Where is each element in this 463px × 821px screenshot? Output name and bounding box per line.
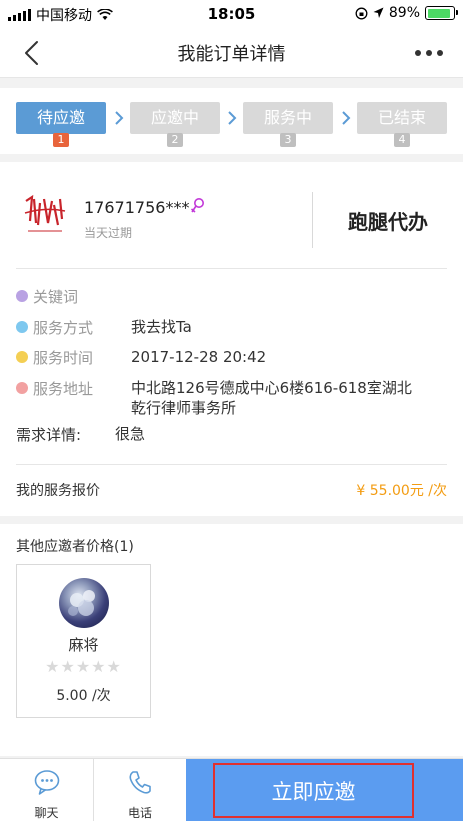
rotation-lock-icon [355, 7, 368, 19]
purple-dot-icon [16, 290, 28, 302]
location-icon [373, 7, 384, 18]
status-right: 89% [355, 5, 458, 21]
battery-fill [427, 8, 450, 18]
other-responders: 其他应邀者价格(1) 麻将 ★★★★★ 5.00 /次 [0, 524, 463, 756]
chat-tab[interactable]: 聊天 [0, 759, 93, 821]
battery-percent: 89% [388, 5, 420, 21]
keyword-row: 关键词 [16, 286, 131, 307]
star-icon: ★ [75, 657, 92, 676]
chat-icon [34, 770, 60, 795]
service-address-value: 中北路126号德成中心6楼616-618室湖北乾行律师事务所 [131, 379, 412, 417]
female-icon [190, 198, 204, 213]
star-icon: ★ [106, 657, 122, 676]
rating-stars: ★★★★★ [17, 657, 150, 676]
star-icon: ★ [91, 657, 107, 676]
my-quote-label: 我的服务报价 [16, 483, 100, 499]
accept-invite-button[interactable]: 立即应邀 [213, 763, 414, 818]
bidder-card[interactable]: 麻将 ★★★★★ 5.00 /次 [16, 564, 151, 718]
service-method-value: 我去找Ta [131, 318, 192, 336]
red-dot-icon [16, 382, 28, 394]
service-time-label: 服务时间 [33, 349, 94, 367]
requester-phone: 17671756*** [84, 198, 190, 217]
expire-text: 当天过期 [84, 226, 133, 240]
bottom-action-bar: 聊天 电话 立即应邀 [0, 758, 463, 821]
service-time-value: 2017-12-28 20:42 [131, 348, 267, 366]
service-method-label: 服务方式 [33, 319, 94, 337]
step-in-service: 服务中 [243, 102, 333, 134]
chevron-right-icon [228, 111, 237, 125]
step-responding: 应邀中 [130, 102, 220, 134]
service-address-row: 服务地址 中北路126号德成中心6楼616-618室湖北乾行律师事务所 [16, 378, 421, 418]
blue-dot-icon [16, 321, 28, 333]
chevron-right-icon [342, 111, 351, 125]
phone-label: 电话 [127, 806, 152, 820]
battery-icon [425, 6, 458, 20]
step-pending: 待应邀 [16, 102, 106, 134]
detail-label: 需求详情: [16, 426, 82, 444]
status-bar: 中国移动 18:05 89% [0, 0, 463, 28]
my-quote-value: ¥ 55.00元 /次 [356, 483, 447, 499]
service-method-row: 服务方式 我去找Ta [16, 317, 192, 338]
detail-row: 需求详情: 很急 [16, 424, 145, 445]
requester-logo [22, 193, 68, 239]
chevron-right-icon [115, 111, 124, 125]
service-type: 跑腿代办 [348, 210, 428, 234]
detail-value: 很急 [115, 425, 146, 443]
service-time-row: 服务时间 2017-12-28 20:42 [16, 347, 266, 368]
order-card: 17671756*** 当天过期 跑腿代办 关键词 服务方式 我去找Ta 服务时… [0, 162, 463, 516]
service-address-label: 服务地址 [33, 380, 94, 398]
step-number-3: 3 [280, 133, 296, 147]
bidder-name: 麻将 [68, 636, 99, 654]
step-number-4: 4 [394, 133, 410, 147]
avatar [59, 578, 109, 628]
more-icon[interactable] [415, 42, 443, 64]
phone-icon [129, 771, 151, 794]
bidder-price: 5.00 /次 [56, 688, 111, 704]
step-number-1: 1 [53, 133, 69, 147]
other-responders-title: 其他应邀者价格(1) [16, 539, 134, 555]
step-number-2: 2 [167, 133, 183, 147]
divider [16, 464, 447, 465]
phone-tab[interactable]: 电话 [94, 759, 186, 821]
keyword-label: 关键词 [33, 288, 79, 306]
chat-label: 聊天 [34, 806, 59, 820]
yellow-dot-icon [16, 351, 28, 363]
star-icon: ★ [45, 657, 61, 676]
nav-bar: 我能订单详情 [0, 28, 463, 78]
page-title: 我能订单详情 [177, 44, 286, 65]
step-finished: 已结束 [357, 102, 447, 134]
divider [16, 268, 447, 269]
star-icon: ★ [60, 657, 76, 676]
accept-area: 立即应邀 [186, 759, 463, 821]
